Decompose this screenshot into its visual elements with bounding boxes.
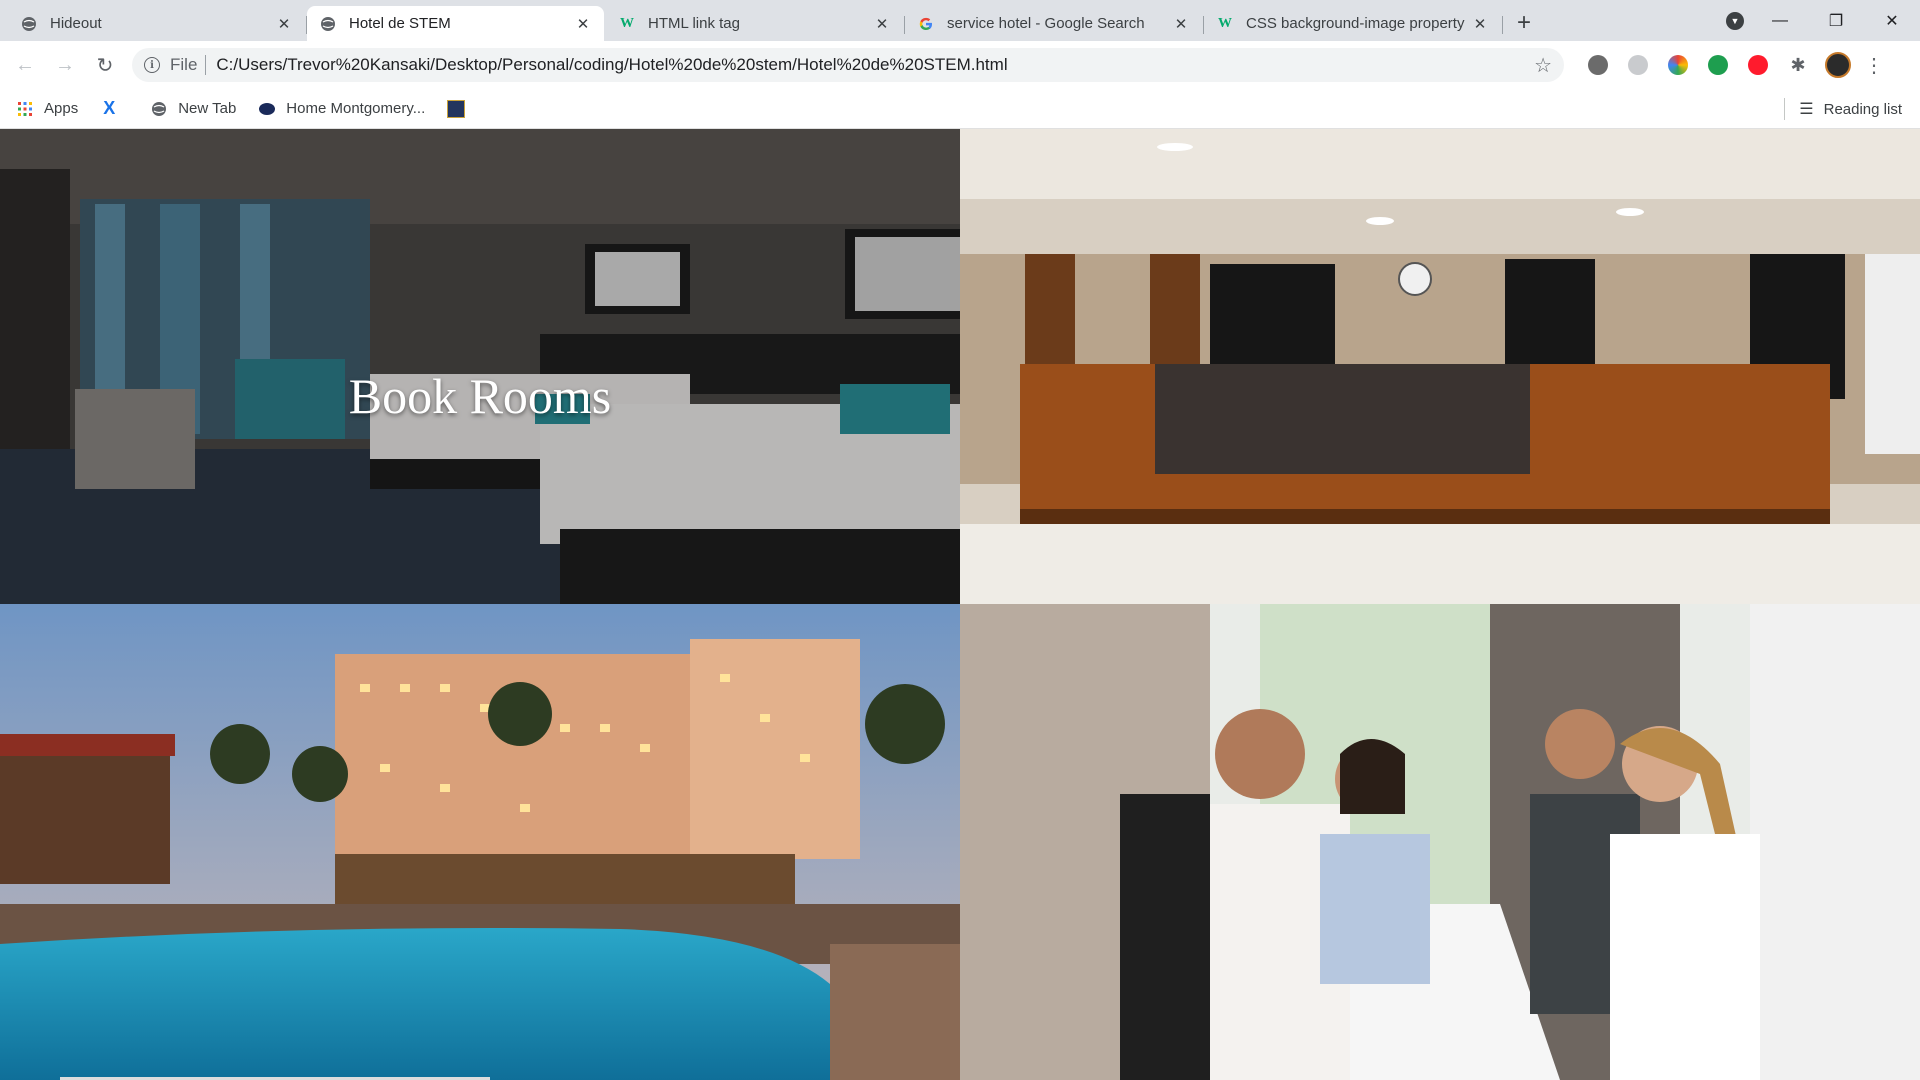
extension-download-icon[interactable] — [1704, 51, 1732, 79]
w3-icon: W — [620, 15, 634, 31]
bookmark-apps[interactable]: Apps — [16, 100, 78, 118]
restore-icon[interactable]: ❐ — [1808, 0, 1864, 41]
info-icon[interactable]: i — [144, 57, 160, 73]
check-in-photo — [960, 604, 1920, 1080]
w3-icon: W — [1218, 15, 1232, 31]
book-rooms-heading[interactable]: Book Rooms — [0, 367, 960, 425]
reading-list-label: Reading list — [1823, 100, 1902, 118]
extension-opera-icon[interactable] — [1744, 51, 1772, 79]
close-icon[interactable]: ✕ — [1471, 15, 1489, 33]
tab-title: HTML link tag — [648, 15, 740, 32]
panel-book-rooms[interactable]: Book Rooms — [0, 129, 960, 604]
globe-icon — [150, 100, 168, 118]
url-text[interactable]: C:/Users/Trevor%20Kansaki/Desktop/Person… — [216, 55, 1534, 75]
bookmarks-bar: Apps X New Tab Home Montgomery... ☰ Read… — [0, 89, 1920, 129]
bookmark-site-badge[interactable] — [447, 99, 475, 118]
hotel-pool-photo — [0, 604, 960, 1080]
bookmark-label: Apps — [44, 100, 79, 117]
reading-list-button[interactable]: ☰ Reading list — [1784, 89, 1902, 129]
tab-hotel-de-stem[interactable]: Hotel de STEM ✕ — [307, 6, 604, 41]
reload-button[interactable]: ↻ — [88, 48, 122, 82]
close-icon[interactable]: ✕ — [275, 15, 293, 33]
profile-avatar[interactable] — [1824, 51, 1852, 79]
tab-title: Hotel de STEM — [349, 15, 451, 32]
extension-globe-icon[interactable] — [1584, 51, 1612, 79]
panel-reception[interactable] — [960, 129, 1920, 604]
page-content: Book Rooms — [0, 129, 1920, 1080]
tab-css-background-image[interactable]: W CSS background-image property ✕ — [1204, 6, 1503, 41]
close-icon[interactable]: ✕ — [873, 15, 891, 33]
reception-desk-photo — [960, 129, 1920, 604]
panel-check-in[interactable] — [960, 604, 1920, 1080]
reading-list-icon: ☰ — [1799, 101, 1814, 118]
apps-grid-icon — [16, 100, 34, 118]
bookmark-new-tab[interactable]: New Tab — [150, 100, 236, 118]
extensions-area: ✱ ⋮ — [1578, 51, 1884, 79]
omnibox-divider — [205, 55, 207, 75]
bookmark-label: New Tab — [178, 100, 237, 117]
close-icon[interactable]: ✕ — [574, 15, 592, 33]
google-icon — [917, 15, 935, 33]
address-bar[interactable]: i File C:/Users/Trevor%20Kansaki/Desktop… — [132, 48, 1564, 82]
tab-title: service hotel - Google Search — [947, 15, 1145, 32]
window-controls: — ❐ ✕ — [1752, 0, 1920, 41]
new-tab-button[interactable]: + — [1507, 6, 1541, 40]
close-icon[interactable]: ✕ — [1172, 15, 1190, 33]
file-scheme-label: File — [170, 55, 198, 74]
forward-button[interactable]: → — [48, 48, 82, 82]
tab-strip: Hideout ✕ Hotel de STEM ✕ W HTML link ta… — [0, 0, 1920, 41]
site-badge-icon — [447, 99, 466, 118]
window-close-icon[interactable]: ✕ — [1864, 0, 1920, 41]
tab-divider — [1502, 16, 1503, 34]
tab-hideout[interactable]: Hideout ✕ — [8, 6, 307, 41]
tab-html-link-tag[interactable]: W HTML link tag ✕ — [606, 6, 905, 41]
extensions-puzzle-icon[interactable]: ✱ — [1784, 51, 1812, 79]
minimize-icon[interactable]: — — [1752, 0, 1808, 41]
bookmark-x[interactable]: X — [100, 98, 128, 118]
globe-icon — [20, 15, 38, 33]
extension-shield-icon[interactable] — [1624, 51, 1652, 79]
bookmark-home-montgomery[interactable]: Home Montgomery... — [258, 100, 425, 118]
tab-google-search[interactable]: service hotel - Google Search ✕ — [905, 6, 1204, 41]
menu-icon[interactable]: ⋮ — [1864, 53, 1884, 78]
tab-title: CSS background-image property — [1246, 15, 1465, 32]
bookmark-star-icon[interactable]: ☆ — [1534, 53, 1552, 78]
browser-toolbar: ← → ↻ i File C:/Users/Trevor%20Kansaki/D… — [0, 41, 1920, 89]
tab-title: Hideout — [50, 15, 102, 32]
panel-pool[interactable] — [0, 604, 960, 1080]
globe-icon — [319, 15, 337, 33]
site-logo-icon — [258, 100, 276, 118]
extension-color-icon[interactable] — [1664, 51, 1692, 79]
bookmark-label: Home Montgomery... — [286, 100, 426, 117]
reading-list-divider — [1784, 98, 1786, 120]
back-button[interactable]: ← — [8, 48, 42, 82]
tab-search-icon[interactable]: ▼ — [1726, 12, 1744, 30]
x-logo-icon: X — [103, 98, 116, 118]
